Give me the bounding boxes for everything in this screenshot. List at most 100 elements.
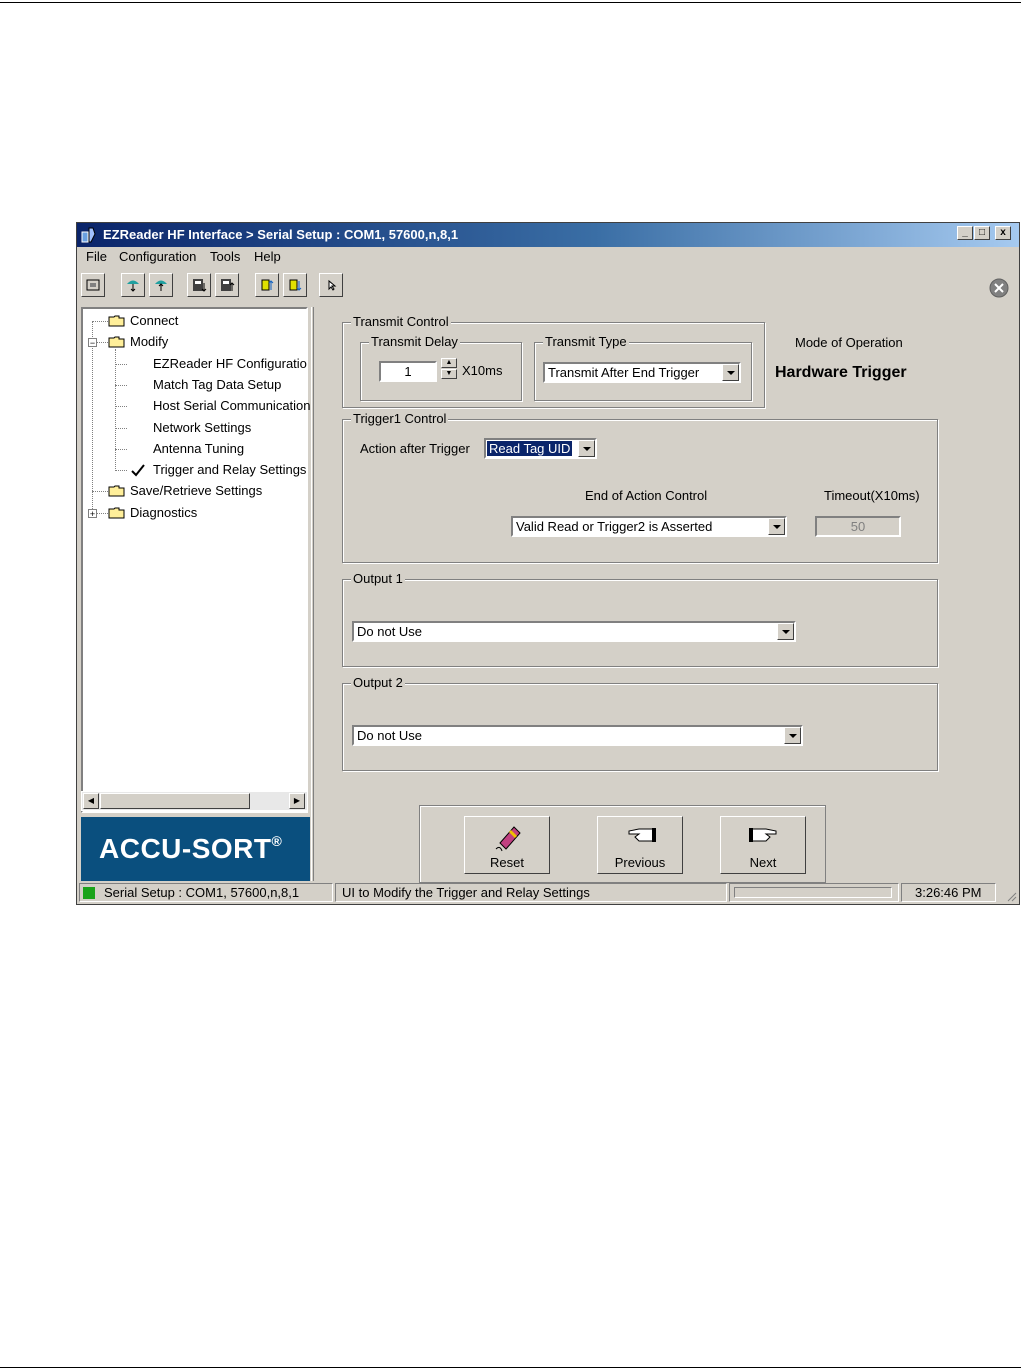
tree-line xyxy=(92,321,108,322)
expand-diagnostics-toggle[interactable]: + xyxy=(88,509,97,519)
output1-dropdown-icon[interactable] xyxy=(777,623,794,640)
status-time-panel: 3:26:46 PM xyxy=(901,883,996,902)
eraser-icon xyxy=(495,826,521,852)
reset-label: Reset xyxy=(490,855,524,870)
output1-value: Do not Use xyxy=(357,624,423,639)
menu-configuration[interactable]: Configuration xyxy=(119,249,196,264)
checkmark-icon xyxy=(131,464,145,477)
resize-grip-icon[interactable] xyxy=(1005,890,1017,902)
tree-horizontal-scrollbar[interactable]: ◀ ▶ xyxy=(81,791,308,811)
tree-item-antenna[interactable]: Antenna Tuning xyxy=(153,441,244,456)
action-dropdown-icon[interactable] xyxy=(578,440,595,457)
splitter[interactable] xyxy=(311,307,314,881)
page-bottom-rule xyxy=(0,1367,1021,1368)
action-after-trigger-value: Read Tag UID xyxy=(487,441,573,456)
transmit-control-legend: Transmit Control xyxy=(351,314,451,329)
status-connection-text: Serial Setup : COM1, 57600,n,8,1 xyxy=(104,885,300,900)
minimize-button[interactable]: _ xyxy=(957,226,973,240)
tree-line xyxy=(97,513,108,514)
maximize-button[interactable]: □ xyxy=(974,226,990,240)
delay-down-button[interactable]: ▼ xyxy=(441,369,457,379)
scroll-thumb[interactable] xyxy=(100,793,250,809)
transmit-delay-unit: X10ms xyxy=(462,363,503,378)
transmit-type-value: Transmit After End Trigger xyxy=(548,365,700,380)
tree-item-host-serial[interactable]: Host Serial Communication xyxy=(153,398,311,413)
tag-up-icon xyxy=(261,279,274,291)
scroll-left-button[interactable]: ◀ xyxy=(83,793,99,809)
collapse-modify-toggle[interactable]: − xyxy=(88,338,97,348)
trigger1-control-group: Trigger1 Control Action after Trigger Re… xyxy=(342,411,938,563)
connect-button[interactable] xyxy=(81,273,105,297)
point-left-icon xyxy=(628,828,656,842)
download-icon xyxy=(155,280,167,291)
scroll-right-button[interactable]: ▶ xyxy=(289,793,305,809)
menu-bar: File Configuration Tools Help xyxy=(77,247,1019,267)
tag-down-icon xyxy=(289,279,302,291)
tree-item-modify[interactable]: Modify xyxy=(130,334,168,349)
tree-item-save-retrieve[interactable]: Save/Retrieve Settings xyxy=(130,483,262,498)
output1-select[interactable]: Do not Use xyxy=(352,621,796,642)
upload-button[interactable] xyxy=(121,273,145,297)
logo-reg: ® xyxy=(271,833,283,849)
tag-down-button[interactable] xyxy=(283,273,307,297)
tree-line xyxy=(97,342,108,343)
folder-icon xyxy=(108,485,125,497)
tree-line xyxy=(115,428,127,429)
transmit-type-dropdown-icon[interactable] xyxy=(722,364,739,381)
mode-of-operation-value: Hardware Trigger xyxy=(775,364,907,381)
output1-group: Output 1 Do not Use xyxy=(342,571,938,667)
status-message-text: UI to Modify the Trigger and Relay Setti… xyxy=(342,885,590,900)
output2-dropdown-icon[interactable] xyxy=(784,727,801,744)
transmit-delay-input[interactable]: 1 xyxy=(379,361,437,382)
delay-up-button[interactable]: ▲ xyxy=(441,358,457,368)
transmit-type-legend: Transmit Type xyxy=(543,334,629,349)
transmit-control-group: Transmit Control Transmit Delay 1 ▲ ▼ X1… xyxy=(342,314,765,408)
end-of-action-select[interactable]: Valid Read or Trigger2 is Asserted xyxy=(511,516,787,537)
status-connection-panel: Serial Setup : COM1, 57600,n,8,1 xyxy=(79,883,333,902)
mode-of-operation-label: Mode of Operation xyxy=(795,335,903,350)
tree-item-trigger-relay[interactable]: Trigger and Relay Settings xyxy=(153,462,306,477)
pointer-icon xyxy=(328,279,337,291)
save-to-reader-button[interactable] xyxy=(187,273,211,297)
timeout-label: Timeout(X10ms) xyxy=(824,488,920,503)
tree-line xyxy=(92,321,93,513)
tree-item-diagnostics[interactable]: Diagnostics xyxy=(130,505,197,520)
pointer-button[interactable] xyxy=(319,273,343,297)
navigation-tree[interactable]: − + Connect Modify EZReader HF Configura… xyxy=(81,307,311,813)
download-button[interactable] xyxy=(149,273,173,297)
tree-item-match-tag[interactable]: Match Tag Data Setup xyxy=(153,377,281,392)
close-circle-icon[interactable] xyxy=(989,278,1009,298)
tree-item-connect[interactable]: Connect xyxy=(130,313,178,328)
tree-item-ezreader-config[interactable]: EZReader HF Configuratio xyxy=(153,356,307,371)
tree-item-network[interactable]: Network Settings xyxy=(153,420,251,435)
toolbar xyxy=(77,269,1019,301)
load-from-reader-button[interactable] xyxy=(215,273,239,297)
folder-icon xyxy=(108,315,125,327)
output2-group: Output 2 Do not Use xyxy=(342,675,938,771)
transmit-type-select[interactable]: Transmit After End Trigger xyxy=(543,362,741,383)
output2-select[interactable]: Do not Use xyxy=(352,725,803,746)
save-to-reader-icon xyxy=(193,279,207,292)
transmit-type-group: Transmit Type Transmit After End Trigger xyxy=(534,334,752,401)
menu-file[interactable]: File xyxy=(86,249,107,264)
status-led-icon xyxy=(83,887,95,899)
action-after-trigger-select[interactable]: Read Tag UID xyxy=(484,438,597,459)
point-right-icon xyxy=(749,828,777,842)
previous-label: Previous xyxy=(614,855,666,870)
menu-tools[interactable]: Tools xyxy=(210,249,240,264)
close-button[interactable]: x xyxy=(995,226,1011,240)
title-bar: EZReader HF Interface > Serial Setup : C… xyxy=(77,223,1019,247)
folder-icon xyxy=(108,507,125,519)
previous-button[interactable]: Previous xyxy=(597,816,683,874)
page-top-rule xyxy=(0,2,1021,3)
progress-bar xyxy=(734,887,892,898)
menu-help[interactable]: Help xyxy=(254,249,281,264)
tree-line xyxy=(115,385,127,386)
reset-button[interactable]: Reset xyxy=(464,816,550,874)
end-of-action-dropdown-icon[interactable] xyxy=(768,518,785,535)
end-of-action-value: Valid Read or Trigger2 is Asserted xyxy=(516,519,713,534)
navigation-panel: Reset Previous Next xyxy=(419,805,826,883)
tag-up-button[interactable] xyxy=(255,273,279,297)
timeout-input[interactable]: 50 xyxy=(815,516,901,537)
next-button[interactable]: Next xyxy=(720,816,806,874)
